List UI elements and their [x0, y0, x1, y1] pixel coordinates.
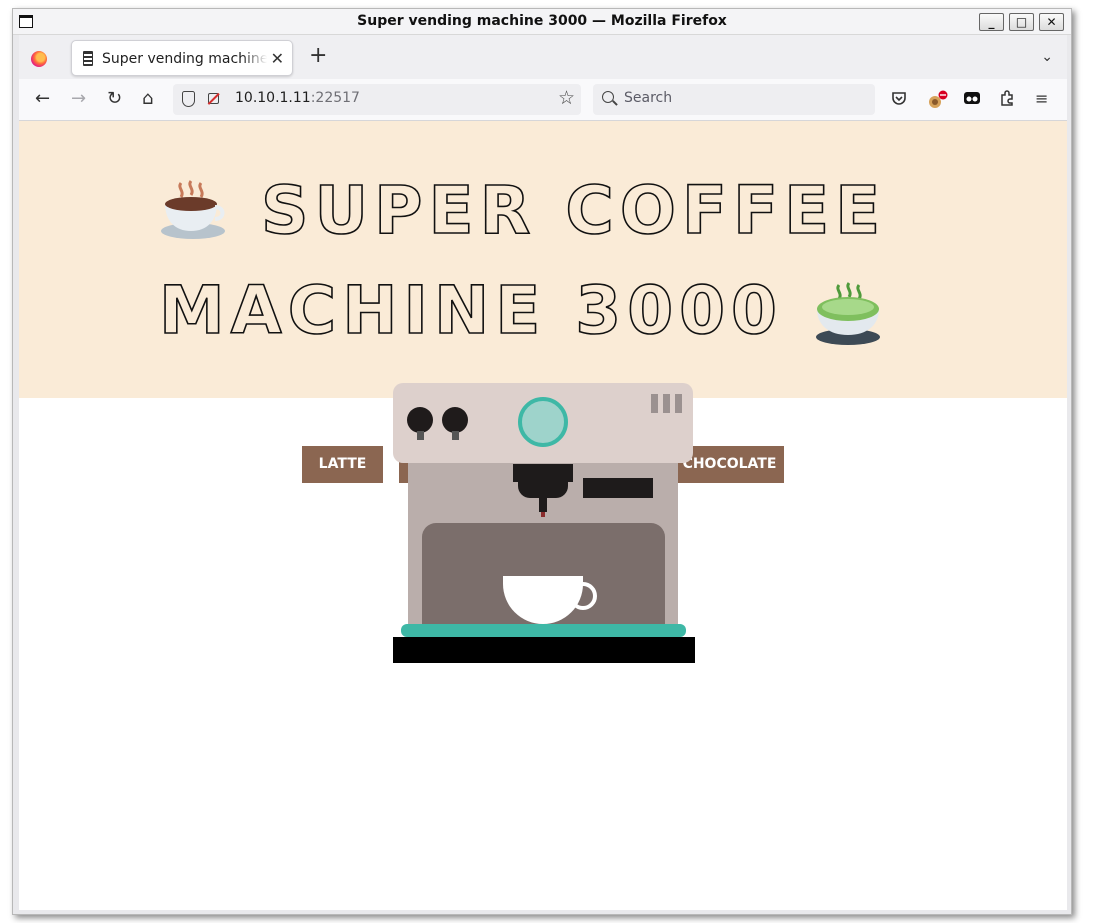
machine-group-head [513, 464, 573, 482]
minimize-button[interactable]: _ [979, 13, 1004, 31]
tab-active[interactable]: Super vending machine 3000 ✕ [71, 40, 293, 76]
close-window-button[interactable]: ✕ [1039, 13, 1064, 31]
extensions-puzzle-icon[interactable] [999, 90, 1015, 110]
new-tab-icon[interactable]: + [309, 45, 327, 67]
maximize-button[interactable]: □ [1009, 13, 1034, 31]
coffee-drip [541, 512, 545, 517]
navigation-toolbar: ← → ↻ ⌂ 10.10.1.11:22517 ☆ Search ≡ [19, 79, 1067, 121]
close-tab-icon[interactable]: ✕ [271, 49, 284, 68]
search-icon [602, 91, 614, 103]
url-text[interactable]: 10.10.1.11:22517 [235, 90, 360, 106]
machine-vent [675, 394, 682, 413]
tab-title: Super vending machine 3000 [102, 51, 267, 67]
browser-window: Super vending machine 3000 — Mozilla Fir… [12, 8, 1072, 915]
home-icon[interactable]: ⌂ [142, 90, 153, 108]
machine-vent [651, 394, 658, 413]
machine-vent [663, 394, 670, 413]
tab-bar: Super vending machine 3000 ✕ + ⌄ [19, 35, 1067, 79]
bookmark-star-icon[interactable]: ☆ [558, 87, 575, 109]
title-bar: Super vending machine 3000 — Mozilla Fir… [13, 9, 1071, 35]
search-placeholder: Search [624, 90, 673, 106]
hero-banner: SUPER COFFEE MACHINE 3000 [19, 121, 1067, 398]
page-content: SUPER COFFEE MACHINE 3000 LATTE CHOCOLAT… [19, 121, 1067, 910]
extension-blocked-icon[interactable] [927, 90, 949, 114]
insecure-lock-icon[interactable] [208, 93, 219, 104]
firefox-view-icon[interactable] [31, 51, 47, 67]
pocket-icon[interactable] [891, 90, 907, 110]
teacup-icon [813, 275, 883, 345]
forward-icon[interactable]: → [71, 90, 86, 108]
coffee-cup-handle [569, 582, 597, 610]
container-extension-icon[interactable] [963, 90, 981, 110]
search-bar[interactable]: Search [593, 84, 875, 115]
hot-beverage-icon [159, 169, 227, 239]
window-title: Super vending machine 3000 — Mozilla Fir… [357, 13, 727, 29]
machine-spout [539, 498, 547, 512]
machine-knob-left [407, 407, 433, 433]
machine-knob-right [442, 407, 468, 433]
back-icon[interactable]: ← [35, 90, 50, 108]
page-title: SUPER COFFEE MACHINE 3000 [158, 161, 929, 361]
machine-slot [583, 478, 653, 498]
headline-line-1: SUPER COFFEE [260, 171, 887, 250]
machine-gauge [518, 397, 568, 447]
knob-stem-left [417, 431, 424, 440]
vending-machine-icon [83, 51, 93, 66]
menu-hamburger-icon[interactable]: ≡ [1035, 90, 1048, 108]
machine-portafilter [518, 482, 568, 498]
url-bar[interactable]: 10.10.1.11:22517 ☆ [173, 84, 581, 115]
coffee-machine-illustration [393, 383, 695, 665]
headline-line-2: MACHINE 3000 [158, 271, 783, 350]
machine-drip-tray [401, 624, 686, 637]
list-all-tabs-icon[interactable]: ⌄ [1041, 49, 1053, 65]
machine-base [393, 637, 695, 663]
latte-button[interactable]: LATTE [302, 446, 383, 483]
tracking-protection-icon[interactable] [182, 91, 195, 107]
reload-icon[interactable]: ↻ [107, 90, 122, 108]
knob-stem-right [452, 431, 459, 440]
